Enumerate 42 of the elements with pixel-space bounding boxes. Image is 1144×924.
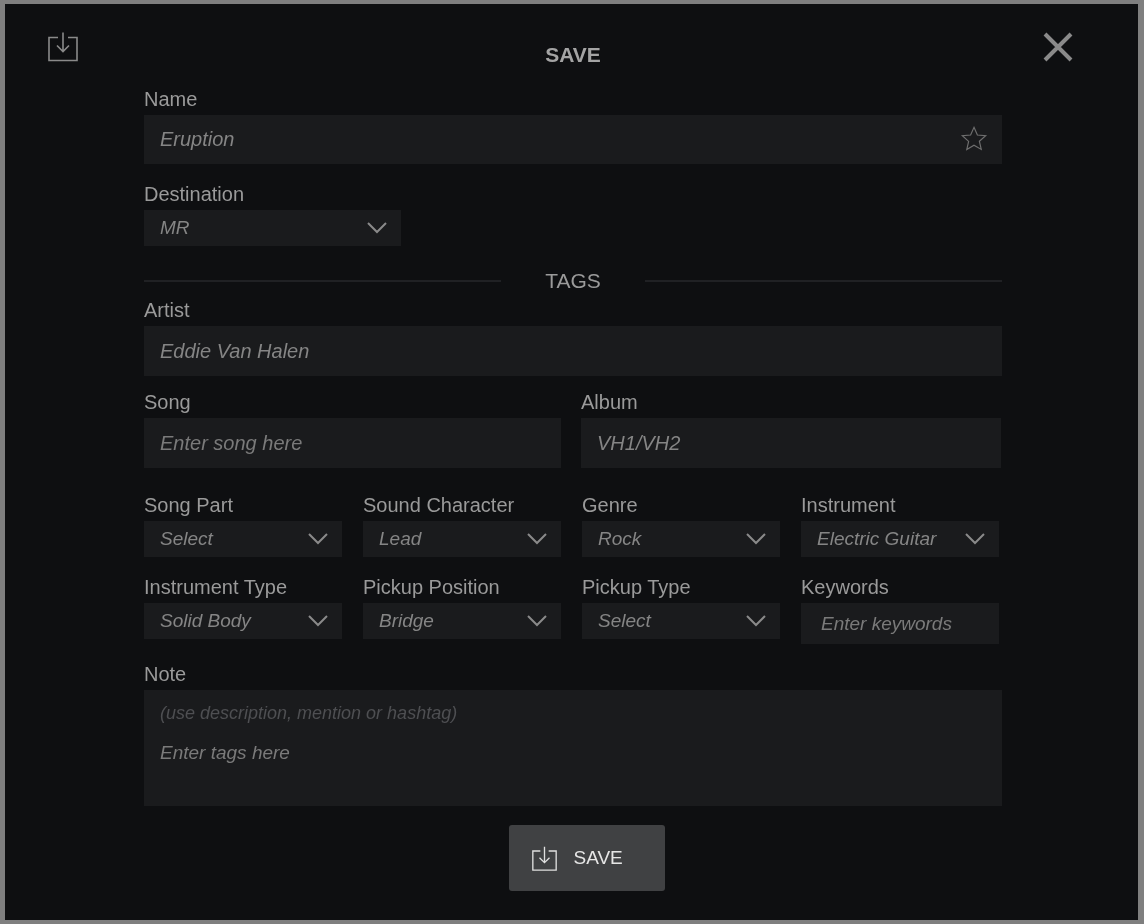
chevron-down-icon <box>746 615 766 627</box>
chevron-down-icon <box>308 615 328 627</box>
field-label: Artist <box>144 299 191 321</box>
chevron-down-icon <box>746 533 766 545</box>
chevron-down-icon <box>527 615 547 627</box>
field-label: Song Part <box>144 494 234 516</box>
field-label: Pickup Position <box>363 576 501 598</box>
dialog-title: SAVE <box>544 43 601 67</box>
field-label: Instrument <box>801 494 897 516</box>
name-field[interactable]: Eruption <box>144 115 1002 164</box>
dropdown[interactable]: Bridge <box>363 603 561 639</box>
field-label: Destination <box>144 183 246 205</box>
chevron-down-icon <box>965 533 985 545</box>
text-field[interactable]: VH1/VH2 <box>581 418 1001 468</box>
field-label: Instrument Type <box>144 576 289 598</box>
dropdown[interactable]: Rock <box>582 521 780 557</box>
destination-dropdown[interactable]: MR <box>144 210 401 246</box>
save-button[interactable]: SAVE <box>508 825 665 891</box>
dropdown[interactable]: Lead <box>363 521 561 557</box>
chevron-down-icon <box>527 533 547 545</box>
field-label: Genre <box>582 494 639 516</box>
star-icon[interactable] <box>960 125 988 153</box>
field-label: Note <box>144 663 188 685</box>
chevron-down-icon <box>367 222 387 234</box>
field-label: Keywords <box>801 576 890 598</box>
dropdown[interactable]: Electric Guitar <box>801 521 999 557</box>
text-field[interactable]: Enter song here <box>144 418 561 468</box>
save-icon <box>531 845 557 871</box>
field-label: Name <box>144 88 199 110</box>
close-button[interactable] <box>1042 31 1074 63</box>
dropdown[interactable]: Select <box>144 521 342 557</box>
field-label: Pickup Type <box>582 576 692 598</box>
keywords-field[interactable]: Enter keywords <box>801 603 999 644</box>
field-label: Song <box>144 391 192 413</box>
field-label: Album <box>581 391 639 413</box>
field-label: Sound Character <box>363 494 516 516</box>
dropdown[interactable]: Solid Body <box>144 603 342 639</box>
artist-field[interactable]: Eddie Van Halen <box>144 326 1002 376</box>
dropdown[interactable]: Select <box>582 603 780 639</box>
section-heading: TAGS <box>544 269 602 293</box>
chevron-down-icon <box>308 533 328 545</box>
download-icon[interactable] <box>48 31 78 62</box>
